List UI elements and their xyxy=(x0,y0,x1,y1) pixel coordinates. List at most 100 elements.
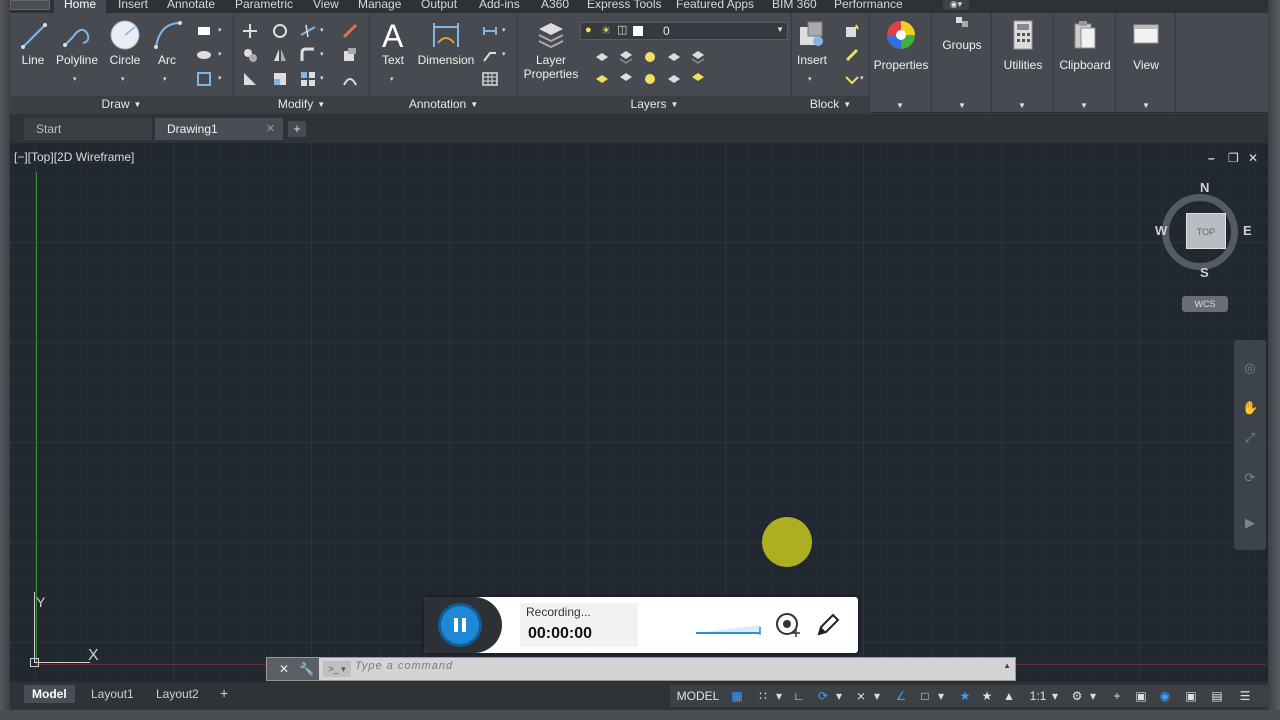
model-space-toggle[interactable]: MODEL xyxy=(674,687,722,705)
viewport-close-button[interactable]: ✕ xyxy=(1248,151,1258,165)
wcs-menu[interactable]: WCS xyxy=(1182,296,1228,312)
viewport-restore-button[interactable]: ❐ xyxy=(1228,151,1239,165)
customization-icon[interactable]: ▤ xyxy=(1208,687,1226,705)
tab-performance[interactable]: Performance xyxy=(834,0,903,11)
annotation-scale-icon[interactable]: ▲ xyxy=(1000,687,1018,705)
groups-button[interactable]: Groups xyxy=(934,15,990,52)
layer-tool-7-icon[interactable] xyxy=(618,71,634,87)
layer-tool-6-icon[interactable] xyxy=(594,71,610,87)
viewcube-top-face[interactable]: TOP xyxy=(1186,213,1226,249)
modify-panel-title[interactable]: Modify ▼ xyxy=(234,96,369,113)
clipboard-button[interactable]: Clipboard xyxy=(1056,19,1114,72)
layer-tool-9-icon[interactable] xyxy=(666,71,682,87)
tab-view[interactable]: View xyxy=(313,0,339,11)
clean-screen-icon[interactable]: ▣ xyxy=(1182,687,1200,705)
chevron-down-icon[interactable]: ▾ xyxy=(1050,687,1060,705)
viewport-controls[interactable]: [−][Top][2D Wireframe] xyxy=(14,150,134,164)
trim-icon[interactable] xyxy=(300,23,316,39)
command-input[interactable]: Type a command xyxy=(355,660,453,672)
annotation-visibility-icon[interactable]: ★ xyxy=(956,687,974,705)
snap-icon[interactable]: ∷ xyxy=(754,687,772,705)
hatch-icon[interactable] xyxy=(196,47,212,63)
chevron-down-icon[interactable]: ▾ xyxy=(872,687,882,705)
table-icon[interactable] xyxy=(482,71,498,87)
text-button[interactable]: A Text ▾ xyxy=(376,19,410,83)
explode-icon[interactable] xyxy=(342,47,358,63)
tab-home[interactable]: Home xyxy=(54,0,107,13)
tab-add-ins[interactable]: Add-ins xyxy=(479,0,520,11)
utilities-button[interactable]: Utilities xyxy=(994,19,1052,72)
chevron-down-icon[interactable]: ▾ xyxy=(774,687,784,705)
file-tab-start[interactable]: Start xyxy=(24,118,152,140)
tab-bim-360[interactable]: BIM 360 xyxy=(772,0,817,11)
layer-tool-2-icon[interactable] xyxy=(618,49,634,65)
compass-east[interactable]: E xyxy=(1243,223,1252,238)
layout-tab-layout2[interactable]: Layout2 xyxy=(148,685,207,703)
chevron-down-icon[interactable]: ▾ xyxy=(834,687,844,705)
tab-insert[interactable]: Insert xyxy=(118,0,148,11)
array-icon[interactable] xyxy=(300,71,316,87)
annotation-panel-title[interactable]: Annotation ▼ xyxy=(370,96,517,113)
draw-panel-title[interactable]: Draw ▼ xyxy=(10,96,233,113)
stretch-icon[interactable] xyxy=(242,71,258,87)
showmotion-icon[interactable]: ▶ xyxy=(1242,515,1258,531)
add-layout-button[interactable]: + xyxy=(220,685,228,701)
rectangle-icon[interactable] xyxy=(196,23,212,39)
erase-icon[interactable] xyxy=(342,23,358,39)
object-snap-tracking-icon[interactable]: ∠ xyxy=(892,687,910,705)
rotate-icon[interactable] xyxy=(272,23,288,39)
menu-icon[interactable]: ☰ xyxy=(1236,687,1254,705)
annotation-scale-value[interactable]: 1:1 xyxy=(1026,687,1050,705)
polyline-button[interactable]: Polyline ▾ xyxy=(53,19,101,83)
edit-block-icon[interactable] xyxy=(844,47,860,63)
layer-tool-8-icon[interactable] xyxy=(642,71,658,87)
compass-west[interactable]: W xyxy=(1155,223,1167,238)
attribute-icon[interactable] xyxy=(844,71,860,87)
layer-tool-5-icon[interactable] xyxy=(690,49,706,65)
layer-dropdown[interactable]: ● ☀ ◫ 0 ▼ xyxy=(580,22,788,40)
viewport-minimize-button[interactable]: – xyxy=(1208,151,1215,165)
pause-button[interactable] xyxy=(438,603,482,647)
mirror-icon[interactable] xyxy=(272,47,288,63)
plus-icon[interactable]: + xyxy=(1108,687,1126,705)
pan-icon[interactable]: ✋ xyxy=(1242,400,1258,416)
orbit-icon[interactable]: ⟳ xyxy=(1242,470,1258,486)
layer-tool-1-icon[interactable] xyxy=(594,49,610,65)
scale-icon[interactable] xyxy=(272,71,288,87)
wrench-icon[interactable]: 🔧 xyxy=(299,658,314,680)
ortho-icon[interactable]: ∟ xyxy=(790,687,808,705)
isodraft-icon[interactable]: ⨯ xyxy=(852,687,870,705)
layer-properties-button[interactable]: Layer Properties xyxy=(522,19,580,81)
zoom-extents-icon[interactable]: ⤢ xyxy=(1242,430,1258,446)
viewcube[interactable]: TOP N S E W xyxy=(1150,180,1252,282)
layers-panel-title[interactable]: Layers ▼ xyxy=(518,96,791,113)
tab-featured-apps[interactable]: Featured Apps xyxy=(676,0,754,11)
insert-button[interactable]: Insert ▾ xyxy=(794,19,830,83)
line-button[interactable]: Line xyxy=(16,19,50,67)
hardware-acceleration-icon[interactable]: ◉ xyxy=(1156,687,1174,705)
layer-tool-3-icon[interactable] xyxy=(642,49,658,65)
layout-tab-layout1[interactable]: Layout1 xyxy=(83,685,142,703)
compass-north[interactable]: N xyxy=(1200,180,1209,195)
steering-wheel-icon[interactable]: ◎ xyxy=(1242,360,1258,376)
tab-manage[interactable]: Manage xyxy=(358,0,401,11)
compass-south[interactable]: S xyxy=(1200,265,1209,280)
leader-icon[interactable] xyxy=(482,47,498,63)
application-menu-button[interactable] xyxy=(10,0,50,10)
copy-icon[interactable] xyxy=(242,47,258,63)
offset-icon[interactable] xyxy=(342,71,358,87)
tab-output[interactable]: Output xyxy=(421,0,457,11)
object-snap-icon[interactable]: □ xyxy=(916,687,934,705)
layer-tool-4-icon[interactable] xyxy=(666,49,682,65)
grid-icon[interactable]: ▦ xyxy=(728,687,746,705)
chevron-down-icon[interactable]: ▾ xyxy=(1088,687,1098,705)
command-prompt-icon[interactable]: >_ ▾ xyxy=(323,661,351,677)
circle-button[interactable]: Circle ▾ xyxy=(107,19,143,83)
block-panel-title[interactable]: Block ▼ xyxy=(792,96,869,113)
close-icon[interactable]: ✕ xyxy=(279,658,289,680)
tab-express-tools[interactable]: Express Tools xyxy=(587,0,661,11)
file-tab-drawing1[interactable]: Drawing1 ✕ xyxy=(155,118,283,140)
tab-options-icon[interactable]: ◉▾ xyxy=(943,0,969,10)
arc-button[interactable]: Arc ▾ xyxy=(152,19,182,83)
fillet-icon[interactable] xyxy=(300,47,316,63)
